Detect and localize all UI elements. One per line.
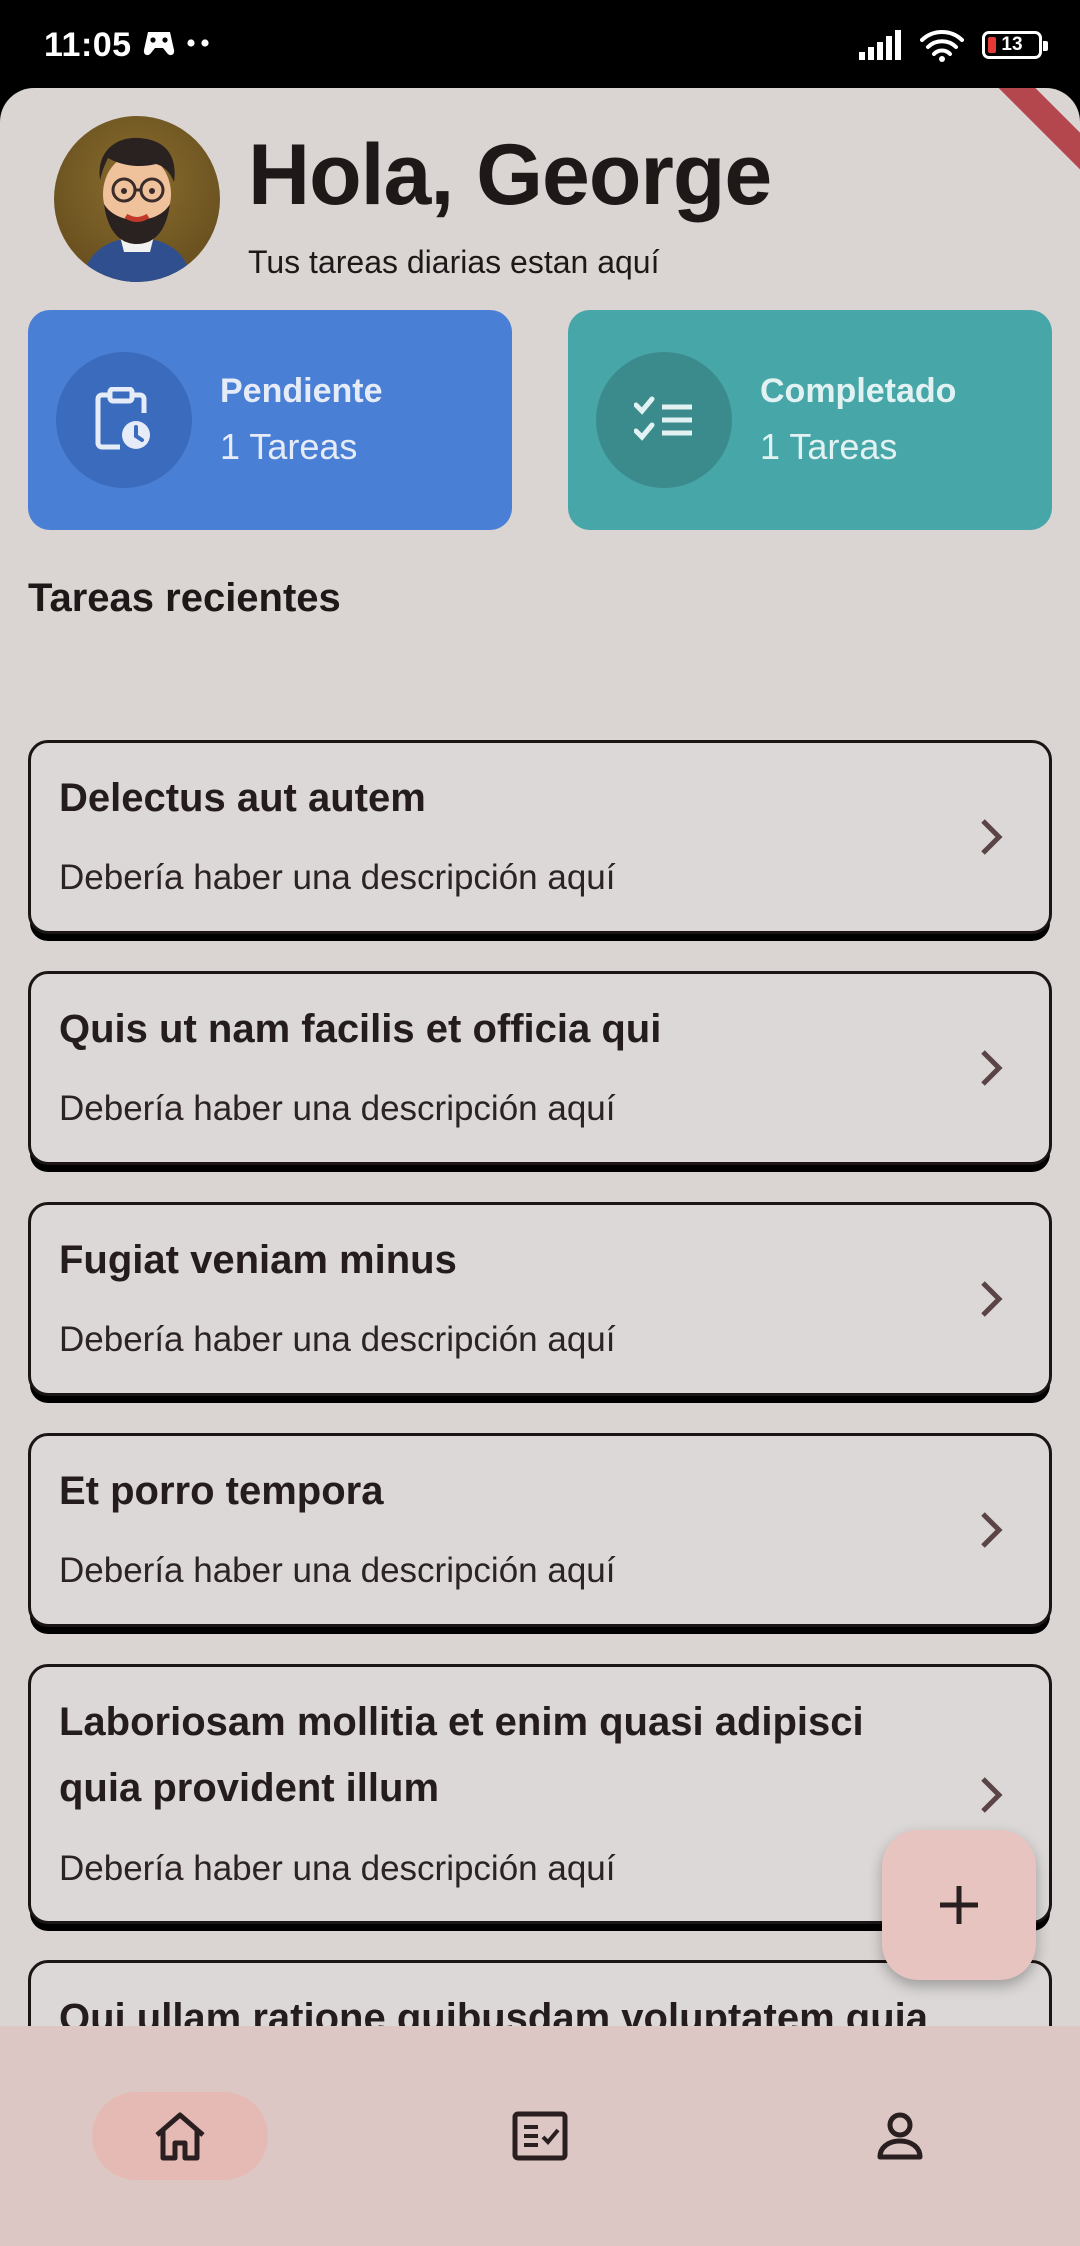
page-title: Hola, George [248,127,772,223]
task-description: Debería haber una descripción aquí [59,1849,616,1888]
avatar[interactable] [54,116,220,282]
task-title: Laboriosam mollitia et enim quasi adipis… [59,1700,864,1810]
avatar-illustration [82,137,192,282]
task-title: Quis ut nam facilis et officia qui [59,1007,662,1051]
completed-card[interactable]: Completado 1 Tareas [568,310,1052,530]
task-description: Debería haber una descripción aquí [59,1320,616,1359]
task-item[interactable]: Fugiat veniam minus Debería haber una de… [28,1202,1052,1396]
stat-count: 1 Tareas [220,426,358,467]
nav-home[interactable] [92,2092,268,2180]
stat-title: Completado [760,372,957,410]
battery-icon: 13 [982,31,1048,59]
home-icon [155,2112,205,2161]
clipboard-clock-icon [95,387,150,450]
stats-cards: Pendiente 1 Tareas Completado 1 Tareas [28,310,1052,530]
task-description: Debería haber una descripción aquí [59,1089,616,1128]
task-title: Fugiat veniam minus [59,1238,457,1282]
more-dots-icon [187,39,209,47]
add-task-button[interactable] [882,1830,1036,1980]
checklist-icon [634,396,692,441]
task-description: Debería haber una descripción aquí [59,1551,616,1590]
task-item[interactable]: Delectus aut autem Debería haber una des… [28,740,1052,934]
nav-profile[interactable] [812,2092,988,2180]
signal-icon [859,30,901,60]
game-controller-icon [143,32,175,56]
battery-level: 13 [1001,34,1023,55]
page-subtitle: Tus tareas diarias estan aquí [248,244,660,280]
chevron-right-icon [981,1777,1003,1813]
header: Hola, George Tus tareas diarias estan aq… [54,116,1054,286]
chevron-right-icon [981,1050,1003,1086]
bottom-navigation [0,2026,1080,2246]
chevron-right-icon [981,819,1003,855]
stat-title: Pendiente [220,372,383,410]
pending-card[interactable]: Pendiente 1 Tareas [28,310,512,530]
status-bar: 11:05 13 [0,0,1080,95]
task-list-icon [512,2111,568,2161]
task-title: Delectus aut autem [59,776,426,820]
task-item[interactable]: Quis ut nam facilis et officia qui Deber… [28,971,1052,1165]
profile-icon [877,2112,923,2160]
stat-count: 1 Tareas [760,426,898,467]
app-screen: Hola, George Tus tareas diarias estan aq… [0,88,1080,2246]
chevron-right-icon [981,1512,1003,1548]
status-time: 11:05 [44,26,132,64]
task-description: Debería haber una descripción aquí [59,858,616,897]
section-title: Tareas recientes [28,576,341,620]
wifi-icon [920,30,964,62]
chevron-right-icon [981,1281,1003,1317]
task-title: Et porro tempora [59,1469,384,1513]
plus-icon [940,1886,978,1924]
task-item[interactable]: Et porro tempora Debería haber una descr… [28,1433,1052,1627]
nav-tasks[interactable] [452,2092,628,2180]
